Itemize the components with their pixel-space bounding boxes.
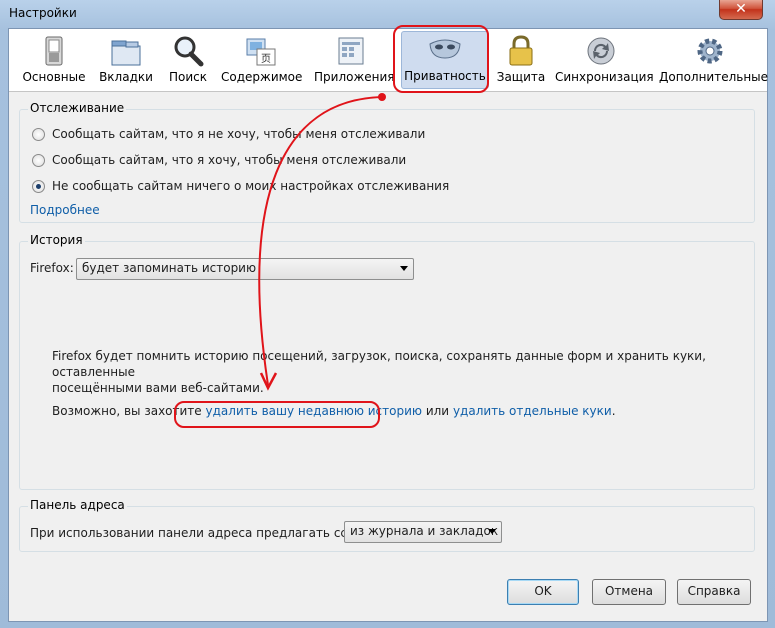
tab-label: Защита (496, 70, 546, 84)
history-group: История Firefox: будет запоминать истори… (19, 233, 755, 490)
tab-content[interactable]: 页 Содержимое (221, 33, 303, 87)
tab-label: Синхронизация (555, 70, 654, 84)
annotation-link-highlight (174, 401, 380, 428)
tab-security[interactable]: Защита (495, 33, 547, 87)
tracking-group: Отслеживание Сообщать сайтам, что я не х… (19, 101, 755, 223)
annotation-privacy-highlight (393, 25, 489, 93)
tab-label: Дополнительные (659, 70, 769, 84)
tab-label: Поиск (168, 70, 207, 84)
window-frame: Настройки ✕ Основные Вкладки Поиск 页 Сод… (0, 0, 775, 628)
history-caption: История (28, 233, 85, 247)
tab-tabs[interactable]: Вкладки (93, 33, 159, 87)
history-description-line: Firefox будет помнить историю посещений,… (52, 349, 706, 379)
help-button[interactable]: Справка (677, 579, 751, 605)
tab-label: Основные (22, 70, 86, 84)
radio-button[interactable] (32, 128, 45, 141)
tracking-caption: Отслеживание (28, 101, 127, 115)
history-mode-select[interactable]: будет запоминать историю (76, 258, 414, 280)
dialog-client: Основные Вкладки Поиск 页 Содержимое Прил… (8, 28, 768, 622)
tab-general[interactable]: Основные (19, 33, 89, 87)
hint-suffix: . (611, 404, 616, 418)
address-bar-label: При использовании панели адреса предлага… (30, 526, 384, 540)
sync-icon (587, 37, 615, 65)
tab-advanced[interactable]: Дополнительные (659, 33, 769, 87)
tab-applications[interactable]: Приложения (314, 33, 395, 87)
address-bar-group: Панель адреса При использовании панели а… (19, 498, 755, 552)
tabs-icon (111, 40, 141, 66)
tab-search[interactable]: Поиск (164, 33, 212, 87)
hint-or: или (425, 404, 450, 418)
magnifier-icon (174, 36, 204, 67)
remove-cookies-link[interactable]: удалить отдельные куки (453, 404, 612, 418)
cancel-button[interactable]: Отмена (592, 579, 666, 605)
svg-text:页: 页 (261, 53, 271, 65)
radio-label: Не сообщать сайтам ничего о моих настрой… (52, 179, 450, 193)
learn-more-link[interactable]: Подробнее (30, 203, 100, 217)
tab-label: Вкладки (99, 70, 153, 84)
history-description-line: посещёнными вами веб-сайтами. (52, 381, 264, 395)
lock-icon (509, 35, 533, 66)
chevron-down-icon (400, 266, 408, 271)
close-icon: ✕ (735, 1, 747, 17)
preferences-toolbar: Основные Вкладки Поиск 页 Содержимое Прил… (9, 29, 769, 92)
applications-icon (338, 37, 364, 65)
address-suggest-value: из журнала и закладок (350, 524, 499, 538)
window-title: Настройки (9, 6, 77, 20)
content-icon: 页 (246, 38, 276, 66)
radio-button-selected[interactable] (32, 180, 45, 193)
close-button[interactable]: ✕ (719, 0, 763, 20)
title-bar[interactable]: Настройки ✕ (0, 0, 775, 28)
chevron-down-icon (488, 529, 496, 534)
history-description: Firefox будет помнить историю посещений,… (52, 348, 732, 396)
address-suggest-select[interactable]: из журнала и закладок (344, 521, 502, 543)
switch-icon (45, 36, 63, 66)
address-bar-caption: Панель адреса (28, 498, 127, 512)
firefox-label: Firefox: (30, 261, 74, 275)
tab-label: Приложения (314, 70, 395, 84)
tab-label: Содержимое (221, 70, 303, 84)
radio-label: Сообщать сайтам, что я хочу, чтобы меня … (52, 153, 407, 167)
ok-button[interactable]: OK (507, 579, 579, 605)
tab-sync[interactable]: Синхронизация (555, 33, 654, 87)
radio-button[interactable] (32, 154, 45, 167)
history-mode-value: будет запоминать историю (82, 261, 257, 275)
radio-label: Сообщать сайтам, что я не хочу, чтобы ме… (52, 127, 426, 141)
gear-icon (697, 38, 723, 64)
